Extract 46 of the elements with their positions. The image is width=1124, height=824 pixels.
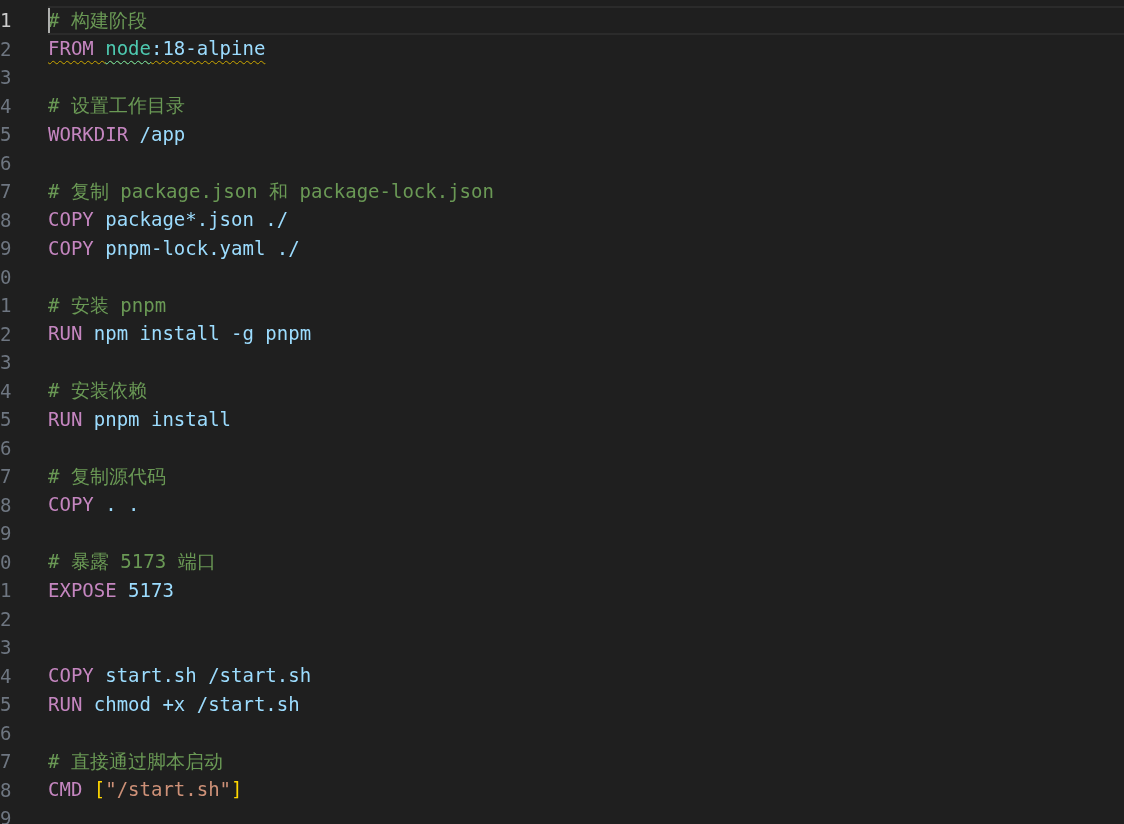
line-number: 5 (0, 409, 12, 429)
line-number: 3 (0, 352, 12, 372)
line-number: 4 (0, 666, 12, 686)
code-comment: # 复制源代码 (48, 464, 166, 488)
line-number: 0 (0, 267, 12, 287)
line-number: 7 (0, 466, 12, 486)
line-number: 0 (0, 552, 12, 572)
line-number: 2 (0, 39, 12, 59)
line-number: 4 (0, 381, 12, 401)
code-line: RUN pnpm install (48, 407, 232, 431)
line-number: 4 (0, 96, 12, 116)
line-number: 1 (0, 295, 12, 315)
line-number: 8 (0, 210, 12, 230)
line-number: 1 (0, 10, 12, 30)
line-number: 1 (0, 580, 12, 600)
code-comment: # 设置工作目录 (48, 94, 185, 118)
code-line: CMD ["/start.sh"] (48, 778, 243, 802)
line-number: 5 (0, 694, 12, 714)
line-number: 8 (0, 780, 12, 800)
line-number: 5 (0, 124, 12, 144)
line-number: 6 (0, 438, 12, 458)
code-line: EXPOSE 5173 (48, 578, 174, 602)
line-number: 6 (0, 723, 12, 743)
line-number: 9 (0, 238, 12, 258)
code-line: COPY start.sh /start.sh (48, 664, 312, 688)
code-comment: # 安装 pnpm (48, 293, 167, 317)
line-number: 7 (0, 751, 12, 771)
line-number: 3 (0, 67, 12, 87)
line-number: 3 (0, 637, 12, 657)
code-comment: # 暴露 5173 端口 (48, 550, 216, 574)
code-line: FROM node:18-alpine (48, 37, 266, 61)
line-number: 6 (0, 153, 12, 173)
code-line: COPY package*.json ./ (48, 208, 289, 232)
code-comment: # 复制 package.json 和 package-lock.json (48, 179, 494, 203)
line-number: 2 (0, 609, 12, 629)
code-line: COPY . . (48, 493, 140, 517)
line-number: 8 (0, 495, 12, 515)
line-number: 7 (0, 181, 12, 201)
code-comment: # 安装依赖 (48, 379, 147, 403)
code-comment: # 直接通过脚本启动 (48, 749, 223, 773)
code-line: RUN chmod +x /start.sh (48, 692, 300, 716)
line-number: 2 (0, 324, 12, 344)
line-number: 9 (0, 523, 12, 543)
code-line: RUN npm install -g pnpm (48, 322, 312, 346)
code-line: COPY pnpm-lock.yaml ./ (48, 236, 300, 260)
code-line: WORKDIR /app (48, 122, 186, 146)
